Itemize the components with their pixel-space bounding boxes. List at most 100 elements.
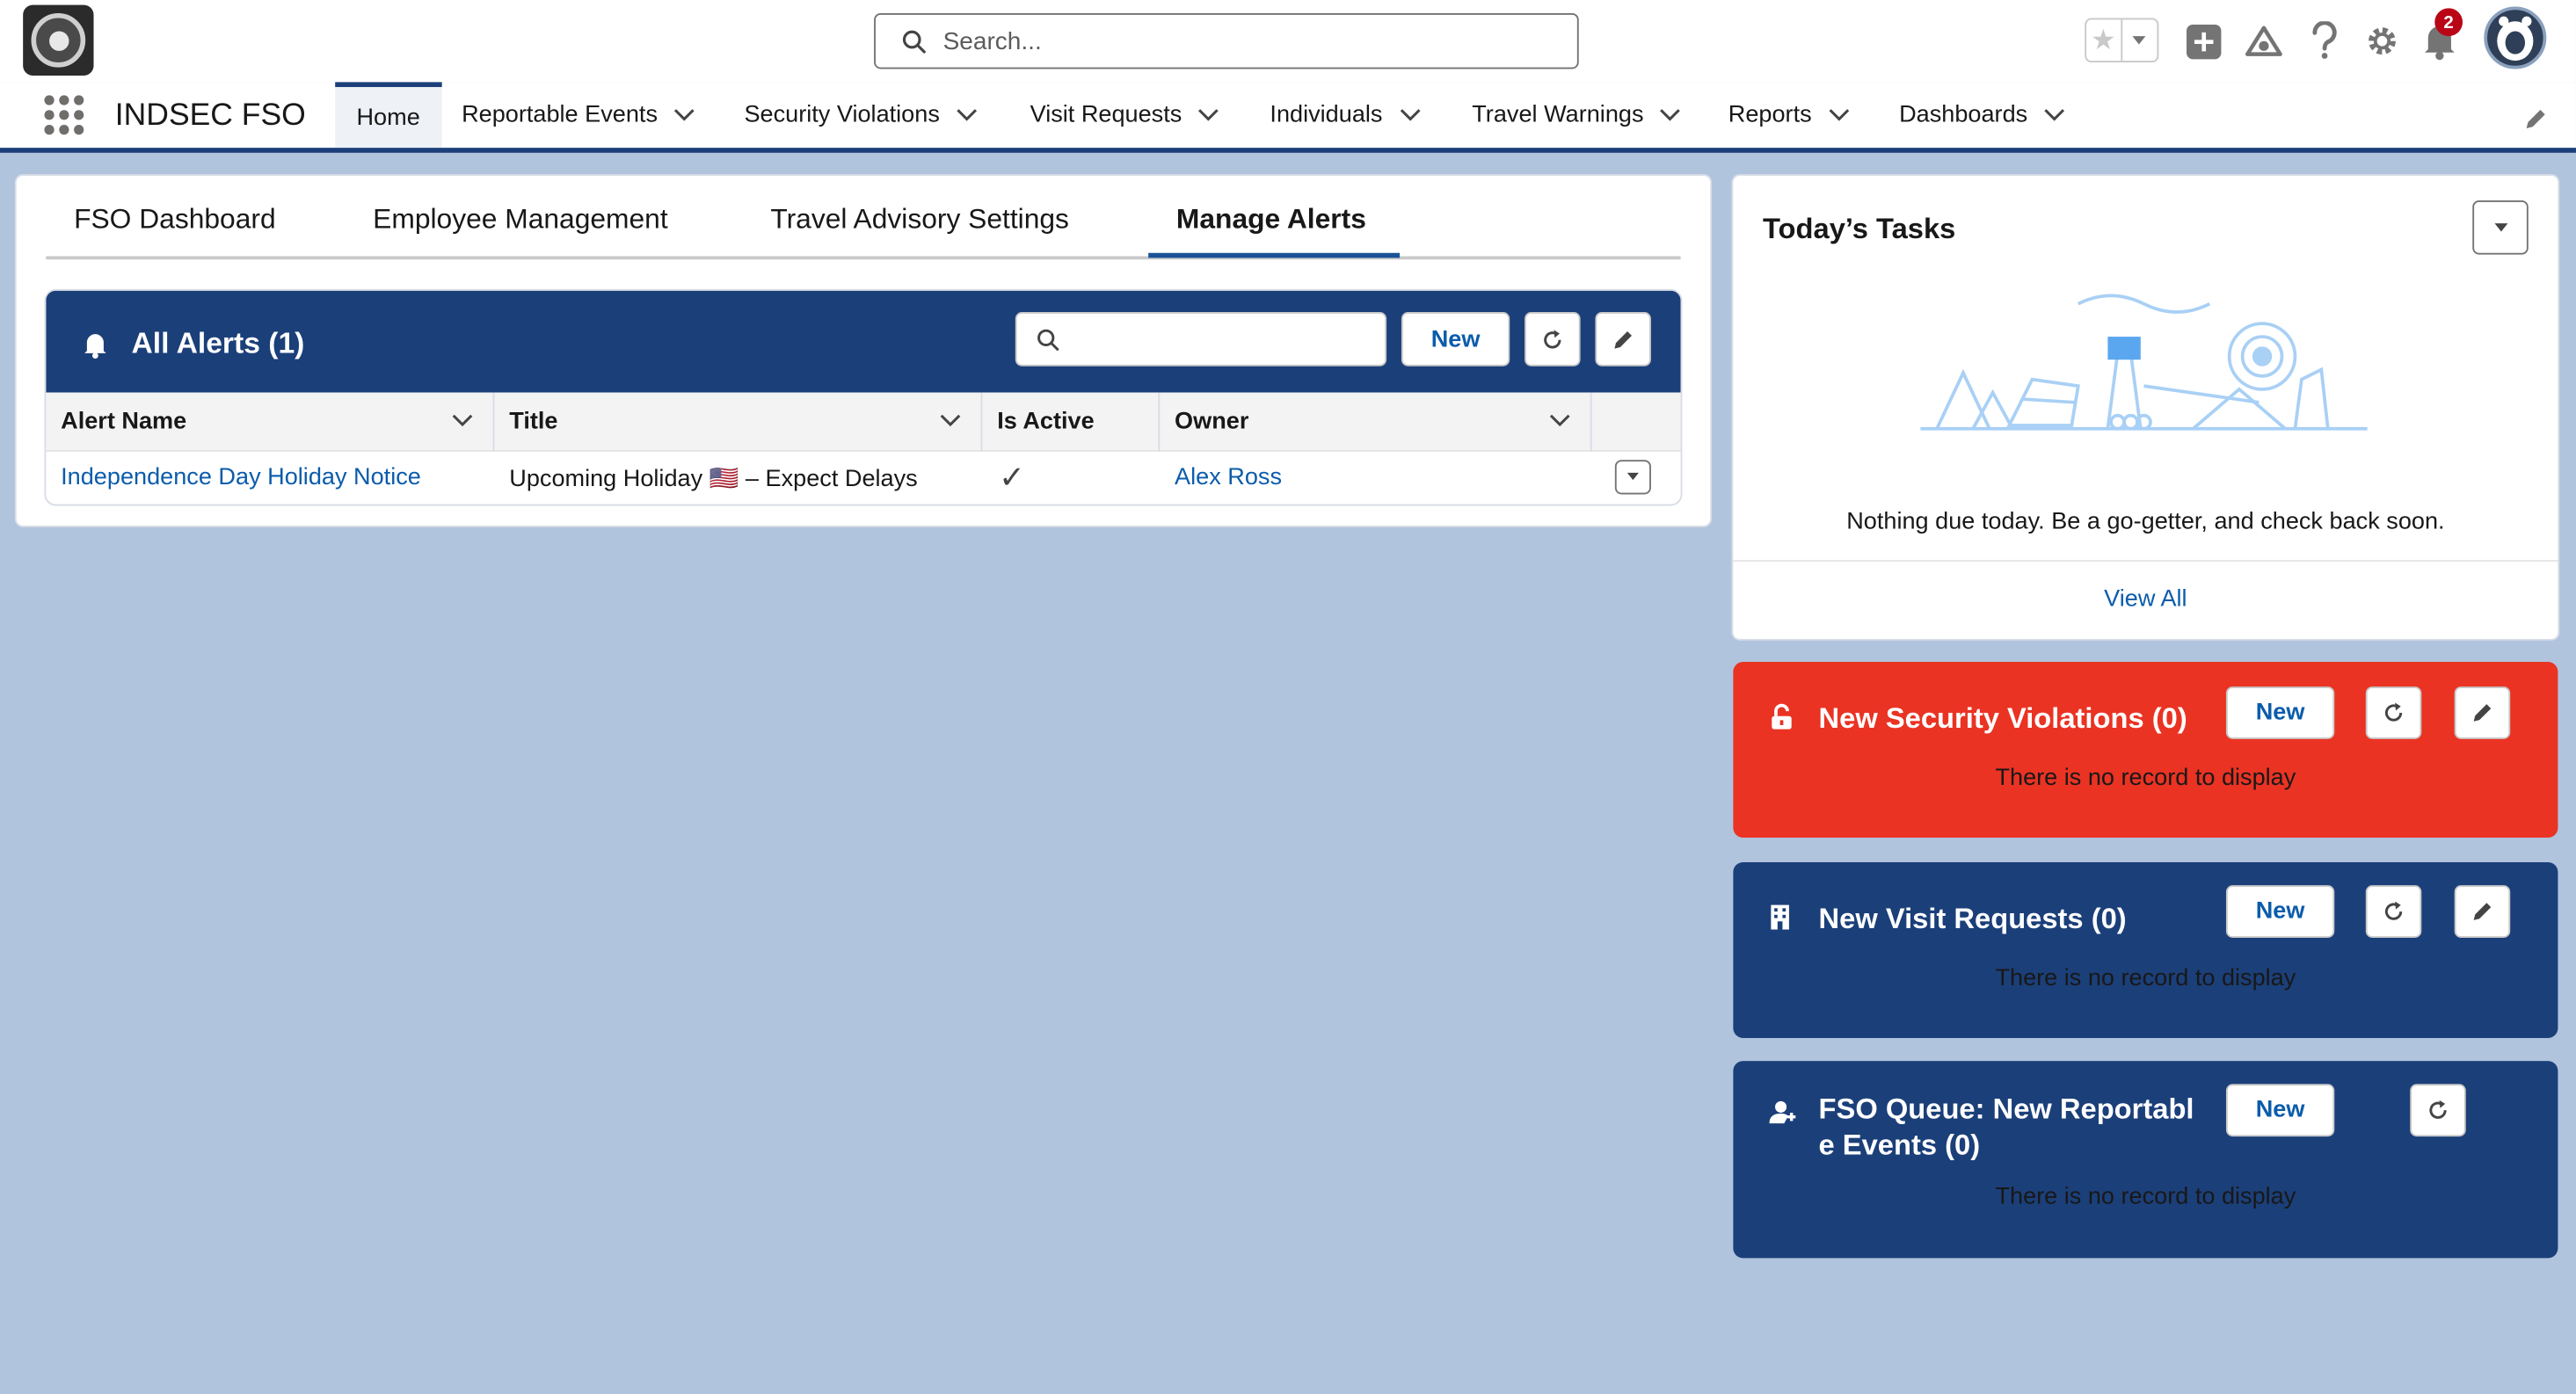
pencil-icon <box>1614 330 1632 348</box>
tab-bar: FSO Dashboard Employee Management Travel… <box>46 178 1681 260</box>
alerts-edit-button[interactable] <box>1595 312 1651 367</box>
user-queue-icon <box>1769 1100 1796 1124</box>
tasks-empty-message: Nothing due today. Be a go-getter, and c… <box>1846 509 2445 536</box>
chevron-down-icon[interactable] <box>1828 108 1849 121</box>
visit-requests-refresh-button[interactable] <box>2365 885 2422 938</box>
refresh-icon <box>2384 702 2403 722</box>
nav-item-reportable-events[interactable]: Reportable Events <box>462 82 695 148</box>
star-icon[interactable]: ★ <box>2086 19 2122 62</box>
owner-link[interactable]: Alex Ross <box>1160 452 1282 505</box>
column-label: Title <box>509 409 558 436</box>
app-launcher-icon[interactable] <box>44 95 84 135</box>
refresh-icon <box>2429 1100 2447 1119</box>
plus-icon <box>2186 24 2221 59</box>
tasks-filter-dropdown[interactable] <box>2472 200 2529 255</box>
alerts-table-header: Alert Name Title Is Active Owner <box>46 392 1681 452</box>
nav-item-home[interactable]: Home <box>335 82 442 149</box>
column-label: Alert Name <box>61 409 187 436</box>
alerts-new-button[interactable]: New <box>1401 312 1510 367</box>
building-icon <box>1771 904 1789 930</box>
fso-queue-empty-message: There is no record to display <box>1995 1184 2296 1211</box>
tab-travel-advisory-settings[interactable]: Travel Advisory Settings <box>770 204 1069 236</box>
user-astro-icon <box>2497 16 2534 62</box>
visit-requests-edit-button[interactable] <box>2454 885 2511 938</box>
alerts-search-input[interactable] <box>1015 312 1387 367</box>
chevron-down-icon[interactable] <box>957 108 978 121</box>
chevron-down-icon[interactable] <box>1198 108 1219 121</box>
nav-item-label: Visit Requests <box>1030 101 1182 128</box>
nav-item-security-violations[interactable]: Security Violations <box>744 82 978 148</box>
trailhead-button[interactable] <box>2245 21 2284 61</box>
tasks-title: Today’s Tasks <box>1763 212 1956 245</box>
tab-fso-dashboard[interactable]: FSO Dashboard <box>74 204 276 236</box>
todays-tasks-card: Today’s Tasks Nothing due today. Be a go… <box>1733 175 2558 639</box>
column-header-title[interactable]: Title <box>494 392 983 452</box>
visit-requests-new-button[interactable]: New <box>2225 885 2335 938</box>
chevron-down-icon[interactable] <box>1549 414 1570 427</box>
nav-item-label: Security Violations <box>744 101 940 128</box>
chevron-down-icon[interactable] <box>2044 108 2065 121</box>
favorites-button[interactable]: ★ <box>2085 18 2159 63</box>
edit-nav-icon[interactable] <box>2523 106 2548 131</box>
nav-item-label: Reports <box>1728 101 1812 128</box>
trailhead-icon <box>2245 25 2282 56</box>
column-header-is-active[interactable]: Is Active <box>982 392 1161 452</box>
user-avatar[interactable] <box>2484 6 2547 69</box>
fso-queue-new-button[interactable]: New <box>2225 1084 2335 1137</box>
app-name: INDSEC FSO <box>114 98 306 134</box>
chevron-down-icon[interactable] <box>452 414 473 427</box>
pencil-icon <box>2473 704 2492 722</box>
nav-item-label: Home <box>356 104 420 131</box>
security-violations-refresh-button[interactable] <box>2365 686 2422 739</box>
org-logo[interactable] <box>23 4 94 76</box>
table-row: Independence Day Holiday Notice Upcoming… <box>46 452 1680 505</box>
gear-icon <box>2369 27 2396 55</box>
favorites-dropdown[interactable] <box>2121 19 2157 61</box>
divider <box>1733 560 2558 563</box>
visit-requests-title: New Visit Requests (0) <box>1818 901 2127 935</box>
search-icon <box>1037 328 1059 350</box>
security-violations-edit-button[interactable] <box>2454 686 2511 739</box>
tab-employee-management[interactable]: Employee Management <box>373 204 668 236</box>
search-icon <box>902 29 926 53</box>
chevron-down-icon[interactable] <box>1660 108 1681 121</box>
bell-icon <box>84 334 106 359</box>
security-violations-new-button[interactable]: New <box>2225 686 2335 739</box>
fso-queue-panel: FSO Queue: New Reportabl e Events (0) Ne… <box>1733 1061 2558 1259</box>
search-input[interactable] <box>942 26 1535 55</box>
fso-queue-title-line1: FSO Queue: New Reportabl <box>1818 1092 2194 1125</box>
security-violations-empty-message: There is no record to display <box>1995 765 2296 792</box>
chevron-down-icon[interactable] <box>940 414 961 427</box>
help-icon <box>2312 21 2337 59</box>
active-tab-indicator <box>1148 252 1401 258</box>
global-search[interactable] <box>874 12 1579 69</box>
app-navigation: INDSEC FSO Home Reportable Events Securi… <box>0 82 2576 153</box>
nav-item-visit-requests[interactable]: Visit Requests <box>1030 82 1220 148</box>
nav-item-label: Dashboards <box>1899 101 2028 128</box>
security-violations-panel: New Security Violations (0) New There is… <box>1733 662 2558 838</box>
column-header-alert-name[interactable]: Alert Name <box>46 392 495 452</box>
global-actions-button[interactable] <box>2183 21 2223 61</box>
view-all-link[interactable]: View All <box>1733 586 2558 613</box>
alert-name-link[interactable]: Independence Day Holiday Notice <box>46 452 421 505</box>
tab-manage-alerts[interactable]: Manage Alerts <box>1176 204 1366 236</box>
column-label: Owner <box>1175 409 1249 436</box>
alerts-refresh-button[interactable] <box>1524 312 1581 367</box>
column-header-owner[interactable]: Owner <box>1160 392 1592 452</box>
alert-title-cell: Upcoming Holiday 🇺🇸 – Expect Delays <box>509 465 918 492</box>
notification-badge: 2 <box>2434 8 2463 37</box>
unlock-icon <box>1772 703 1792 730</box>
chevron-down-icon <box>2493 222 2507 231</box>
nav-item-individuals[interactable]: Individuals <box>1270 82 1420 148</box>
chevron-down-icon[interactable] <box>674 108 695 121</box>
chevron-down-icon[interactable] <box>1399 108 1420 121</box>
help-button[interactable] <box>2307 19 2343 62</box>
nav-item-travel-warnings[interactable]: Travel Warnings <box>1472 82 1681 148</box>
nav-item-dashboards[interactable]: Dashboards <box>1899 82 2065 148</box>
visit-requests-empty-message: There is no record to display <box>1995 965 2296 992</box>
fso-queue-refresh-button[interactable] <box>2410 1084 2466 1137</box>
nav-item-label: Individuals <box>1270 101 1383 128</box>
row-actions-menu[interactable] <box>1614 460 1651 495</box>
nav-item-reports[interactable]: Reports <box>1728 82 1850 148</box>
setup-button[interactable] <box>2362 21 2402 61</box>
